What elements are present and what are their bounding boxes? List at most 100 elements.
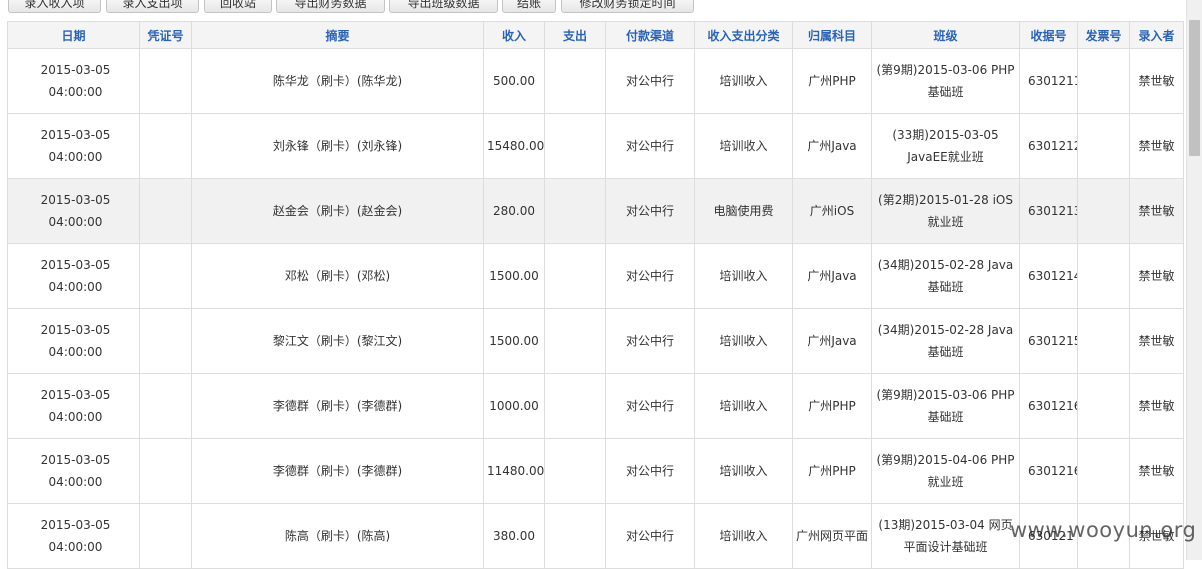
cell-income: 1500.00 bbox=[483, 308, 545, 374]
cell-receipt: 6301216 bbox=[1019, 438, 1078, 504]
cell-summary: 邓松（刷卡）(邓松) bbox=[191, 243, 484, 309]
scrollbar-thumb[interactable] bbox=[1189, 20, 1200, 156]
cell-date: 2015-03-05 04:00:00 bbox=[7, 503, 140, 569]
finance-table: 日期 凭证号 摘要 收入 支出 付款渠道 收入支出分类 归属科目 班级 收据号 … bbox=[7, 21, 1184, 569]
cell-channel: 对公中行 bbox=[605, 113, 695, 179]
cell-channel: 对公中行 bbox=[605, 243, 695, 309]
cell-subject: 广州PHP bbox=[792, 438, 872, 504]
cell-invoice bbox=[1077, 178, 1130, 244]
cell-receipt: 6301215 bbox=[1019, 308, 1078, 374]
cell-entered-by: 禁世敏 bbox=[1129, 373, 1184, 439]
cell-subject: 广州Java bbox=[792, 308, 872, 374]
cell-income: 11480.00 bbox=[483, 438, 545, 504]
cell-income: 500.00 bbox=[483, 48, 545, 114]
cell-invoice bbox=[1077, 113, 1130, 179]
table-row[interactable]: 2015-03-05 04:00:00 刘永锋（刷卡）(刘永锋) 15480.00 对… bbox=[7, 113, 1184, 179]
col-header-category[interactable]: 收入支出分类 bbox=[694, 21, 793, 49]
vertical-scrollbar[interactable] bbox=[1186, 0, 1202, 560]
cell-subject: 广州网页平面 bbox=[792, 503, 872, 569]
cell-income: 380.00 bbox=[483, 503, 545, 569]
cell-summary: 李德群（刷卡）(李德群) bbox=[191, 438, 484, 504]
cell-entered-by: 禁世敏 bbox=[1129, 178, 1184, 244]
cell-category: 培训收入 bbox=[694, 373, 793, 439]
col-header-date[interactable]: 日期 bbox=[7, 21, 140, 49]
cell-voucher bbox=[139, 48, 192, 114]
cell-subject: 广州iOS bbox=[792, 178, 872, 244]
table-row[interactable]: 2015-03-05 04:00:00 黎江文（刷卡）(黎江文) 1500.00 对公… bbox=[7, 308, 1184, 374]
cell-receipt: 6301216 bbox=[1019, 373, 1078, 439]
cell-subject: 广州Java bbox=[792, 243, 872, 309]
table-body: 2015-03-05 04:00:00 陈华龙（刷卡）(陈华龙) 500.00 对公中… bbox=[7, 48, 1184, 569]
cell-category: 培训收入 bbox=[694, 243, 793, 309]
cell-voucher bbox=[139, 373, 192, 439]
cell-voucher bbox=[139, 113, 192, 179]
table-row[interactable]: 2015-03-05 04:00:00 陈华龙（刷卡）(陈华龙) 500.00 对公中… bbox=[7, 48, 1184, 114]
export-finance-data-button[interactable]: 导出财务数据 bbox=[276, 0, 385, 13]
cell-category: 培训收入 bbox=[694, 113, 793, 179]
cell-date: 2015-03-05 04:00:00 bbox=[7, 48, 140, 114]
table-row[interactable]: 2015-03-05 04:00:00 邓松（刷卡）(邓松) 1500.00 对公中行… bbox=[7, 243, 1184, 309]
cell-expense bbox=[544, 48, 606, 114]
checkout-button[interactable]: 结账 bbox=[502, 0, 556, 13]
cell-voucher bbox=[139, 243, 192, 309]
recycle-bin-button[interactable]: 回收站 bbox=[204, 0, 272, 13]
col-header-receipt[interactable]: 收据号 bbox=[1019, 21, 1078, 49]
col-header-subject[interactable]: 归属科目 bbox=[792, 21, 872, 49]
add-expense-button[interactable]: 录入支出项 bbox=[106, 0, 199, 13]
cell-income: 15480.00 bbox=[483, 113, 545, 179]
watermark: www.wooyun.org bbox=[1010, 518, 1197, 542]
cell-subject: 广州PHP bbox=[792, 48, 872, 114]
add-income-button[interactable]: 录入收入项 bbox=[8, 0, 101, 13]
cell-date: 2015-03-05 04:00:00 bbox=[7, 308, 140, 374]
cell-category: 电脑使用费 bbox=[694, 178, 793, 244]
cell-class: (第9期)2015-03-06 PHP基础班 bbox=[871, 373, 1020, 439]
cell-invoice bbox=[1077, 48, 1130, 114]
cell-summary: 刘永锋（刷卡）(刘永锋) bbox=[191, 113, 484, 179]
col-header-expense[interactable]: 支出 bbox=[544, 21, 606, 49]
cell-invoice bbox=[1077, 438, 1130, 504]
cell-receipt: 6301213 bbox=[1019, 178, 1078, 244]
table-row[interactable]: 2015-03-05 04:00:00 李德群（刷卡）(李德群) 11480.00 对… bbox=[7, 438, 1184, 504]
cell-voucher bbox=[139, 438, 192, 504]
cell-category: 培训收入 bbox=[694, 308, 793, 374]
cell-channel: 对公中行 bbox=[605, 178, 695, 244]
cell-invoice bbox=[1077, 243, 1130, 309]
cell-channel: 对公中行 bbox=[605, 438, 695, 504]
cell-entered-by: 禁世敏 bbox=[1129, 113, 1184, 179]
col-header-invoice[interactable]: 发票号 bbox=[1077, 21, 1130, 49]
toolbar: 录入收入项 录入支出项 回收站 导出财务数据 导出班级数据 结账 修改财务锁定时… bbox=[0, 0, 1186, 16]
cell-receipt: 6301211 bbox=[1019, 48, 1078, 114]
cell-expense bbox=[544, 438, 606, 504]
table-row[interactable]: 2015-03-05 04:00:00 李德群（刷卡）(李德群) 1000.00 对公… bbox=[7, 373, 1184, 439]
cell-entered-by: 禁世敏 bbox=[1129, 48, 1184, 114]
cell-channel: 对公中行 bbox=[605, 308, 695, 374]
col-header-channel[interactable]: 付款渠道 bbox=[605, 21, 695, 49]
edit-lock-time-button[interactable]: 修改财务锁定时间 bbox=[561, 0, 694, 13]
col-header-voucher[interactable]: 凭证号 bbox=[139, 21, 192, 49]
cell-expense bbox=[544, 308, 606, 374]
cell-date: 2015-03-05 04:00:00 bbox=[7, 178, 140, 244]
cell-summary: 赵金会（刷卡）(赵金会) bbox=[191, 178, 484, 244]
cell-class: (34期)2015-02-28 Java基础班 bbox=[871, 243, 1020, 309]
cell-date: 2015-03-05 04:00:00 bbox=[7, 113, 140, 179]
cell-category: 培训收入 bbox=[694, 438, 793, 504]
cell-class: (33期)2015-03-05 JavaEE就业班 bbox=[871, 113, 1020, 179]
table-row[interactable]: 2015-03-05 04:00:00 陈高（刷卡）(陈高) 380.00 对公中行培… bbox=[7, 503, 1184, 569]
col-header-entered-by[interactable]: 录入者 bbox=[1129, 21, 1184, 49]
cell-voucher bbox=[139, 503, 192, 569]
col-header-income[interactable]: 收入 bbox=[483, 21, 545, 49]
cell-income: 1500.00 bbox=[483, 243, 545, 309]
cell-summary: 李德群（刷卡）(李德群) bbox=[191, 373, 484, 439]
cell-expense bbox=[544, 113, 606, 179]
table-row[interactable]: 2015-03-05 04:00:00 赵金会（刷卡）(赵金会) 280.00 对公中… bbox=[7, 178, 1184, 244]
cell-invoice bbox=[1077, 308, 1130, 374]
cell-expense bbox=[544, 503, 606, 569]
col-header-summary[interactable]: 摘要 bbox=[191, 21, 484, 49]
cell-class: (第9期)2015-03-06 PHP基础班 bbox=[871, 48, 1020, 114]
table-header-row: 日期 凭证号 摘要 收入 支出 付款渠道 收入支出分类 归属科目 班级 收据号 … bbox=[7, 21, 1184, 49]
cell-date: 2015-03-05 04:00:00 bbox=[7, 373, 140, 439]
col-header-class[interactable]: 班级 bbox=[871, 21, 1020, 49]
cell-date: 2015-03-05 04:00:00 bbox=[7, 243, 140, 309]
export-class-data-button[interactable]: 导出班级数据 bbox=[389, 0, 498, 13]
cell-voucher bbox=[139, 308, 192, 374]
